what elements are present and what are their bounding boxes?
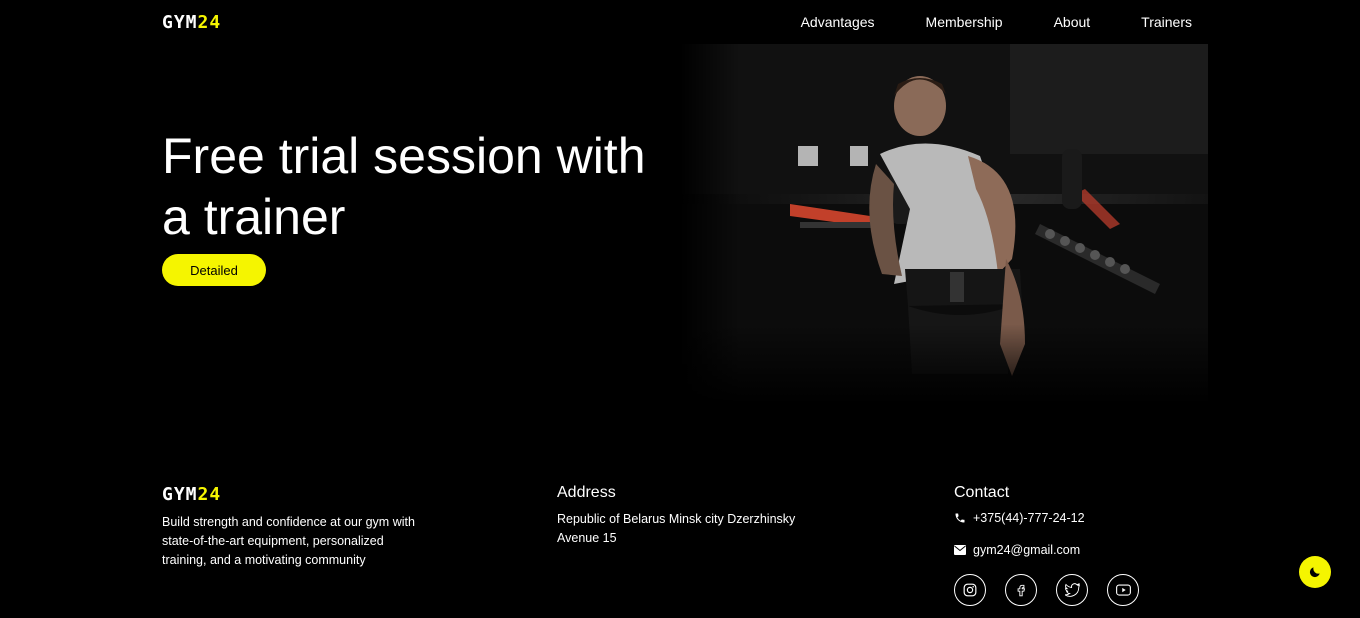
moon-icon	[1309, 567, 1320, 578]
address-title: Address	[557, 484, 616, 501]
logo-text-white: GYM	[162, 12, 198, 33]
contact-title: Contact	[954, 484, 1010, 501]
nav-about[interactable]: About	[1054, 14, 1091, 30]
facebook-link[interactable]	[1005, 574, 1037, 606]
logo-text-yellow: 24	[197, 12, 222, 33]
instagram-icon	[963, 583, 977, 597]
email-address: gym24@gmail.com	[973, 543, 1081, 557]
youtube-icon	[1115, 584, 1131, 596]
twitter-icon	[1064, 583, 1080, 597]
footer-contact: Contact +375(44)-777-24-12 gym24@gmail.c…	[954, 484, 1174, 606]
main-nav: Advantages Membership About Trainers	[750, 14, 1192, 30]
instagram-link[interactable]	[954, 574, 986, 606]
detailed-button[interactable]: Detailed	[162, 254, 266, 286]
footer-logo-yellow: 24	[197, 484, 222, 505]
site-header: GYM24 Advantages Membership About Traine…	[0, 0, 1360, 44]
footer-about-text: Build strength and confidence at our gym…	[162, 515, 415, 567]
social-links	[954, 574, 1174, 606]
phone-line[interactable]: +375(44)-777-24-12	[954, 510, 1174, 526]
footer-about: GYM24 Build strength and confidence at o…	[162, 484, 422, 570]
phone-icon	[954, 512, 966, 524]
nav-advantages[interactable]: Advantages	[801, 14, 875, 30]
email-line[interactable]: gym24@gmail.com	[954, 542, 1174, 558]
logo[interactable]: GYM24	[162, 12, 221, 33]
nav-trainers[interactable]: Trainers	[1141, 14, 1192, 30]
theme-toggle-button[interactable]	[1299, 556, 1331, 588]
hero-image	[680, 44, 1208, 404]
footer-logo-white: GYM	[162, 484, 198, 505]
footer-logo[interactable]: GYM24	[162, 484, 221, 505]
footer-address: Address Republic of Belarus Minsk city D…	[557, 484, 837, 548]
nav-membership[interactable]: Membership	[926, 14, 1003, 30]
phone-number: +375(44)-777-24-12	[973, 511, 1085, 525]
youtube-link[interactable]	[1107, 574, 1139, 606]
facebook-icon	[1017, 584, 1026, 597]
address-text: Republic of Belarus Minsk city Dzerzhins…	[557, 512, 796, 545]
twitter-link[interactable]	[1056, 574, 1088, 606]
email-icon	[954, 545, 966, 555]
hero-title: Free trial session with a trainer	[162, 128, 646, 245]
